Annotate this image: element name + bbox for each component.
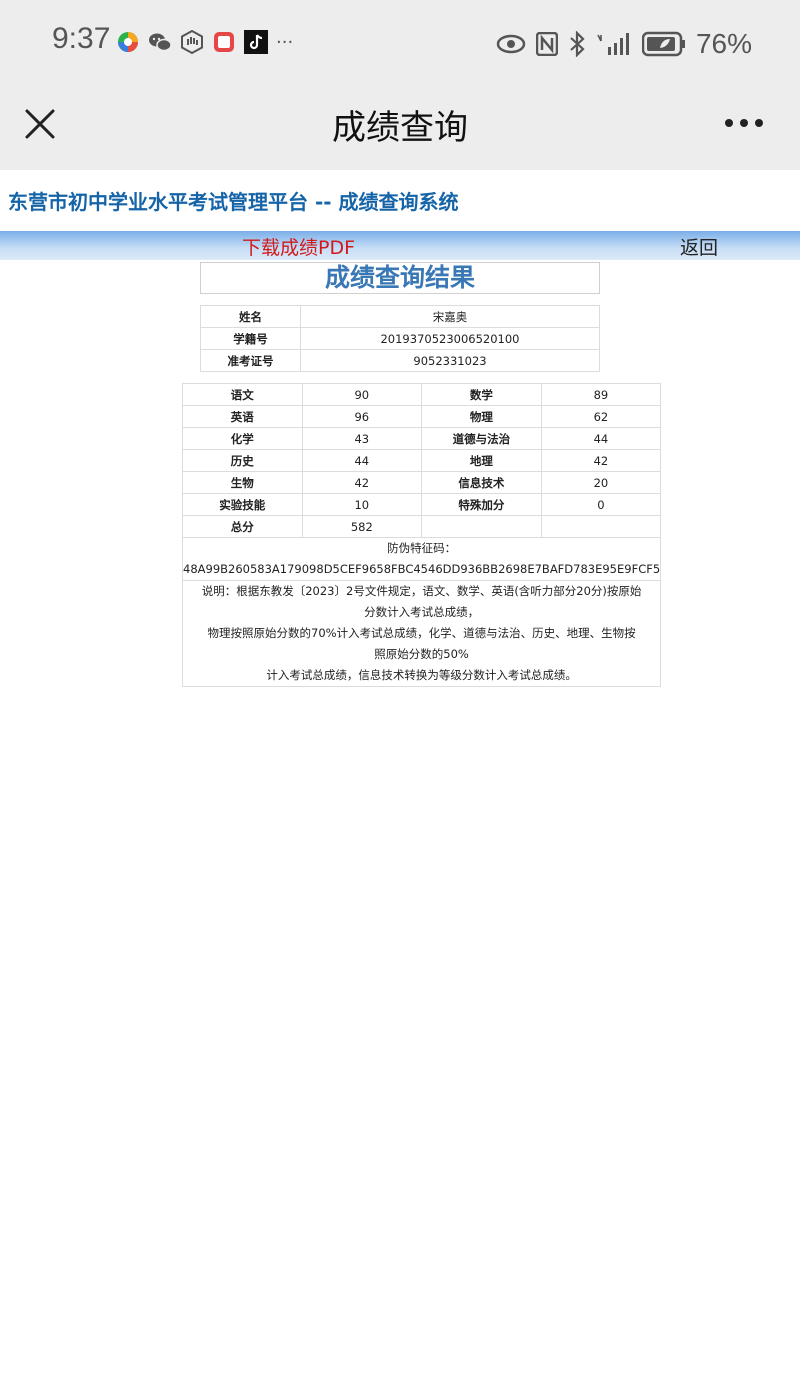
- subject-label: 历史: [182, 449, 303, 472]
- subject-score: 89: [540, 383, 662, 406]
- anti-fake-code: 48A99B260583A179098D5CEF9658FBC4546DD936…: [183, 562, 661, 576]
- empty-cell: [421, 515, 542, 538]
- status-time: 9:37: [52, 22, 111, 55]
- table-row: 说明：根据东教发〔2023〕2号文件规定，语文、数学、英语(含听力部分20分)按…: [181, 580, 662, 687]
- anti-fake-cell: 防伪特征码： 48A99B260583A179098D5CEF9658FBC45…: [181, 537, 662, 581]
- subject-score: 43: [301, 427, 423, 450]
- subject-label: 数学: [421, 383, 542, 406]
- nav-bar: 成绩查询: [0, 88, 800, 170]
- note-line: 分数计入考试总成绩，: [364, 605, 480, 619]
- platform-title: 东营市初中学业水平考试管理平台 -- 成绩查询系统: [8, 190, 459, 214]
- page-title: 成绩查询: [332, 108, 468, 148]
- anti-fake-label: 防伪特征码：: [387, 541, 457, 555]
- subject-score: 42: [540, 449, 662, 472]
- status-bar: 9:37 ··· 76%: [0, 0, 800, 88]
- subject-score: 62: [540, 405, 662, 428]
- table-row: 姓名 宋嘉奥: [200, 305, 600, 328]
- table-row: 学籍号 2019370523006520100: [200, 327, 600, 350]
- eye-icon: [496, 34, 526, 54]
- subject-label: 信息技术: [421, 471, 542, 494]
- subject-score: 42: [301, 471, 423, 494]
- info-label: 姓名: [200, 305, 301, 328]
- subject-score: 44: [540, 427, 662, 450]
- empty-cell: [540, 515, 662, 538]
- note-line: 说明：根据东教发〔2023〕2号文件规定，语文、数学、英语(含听力部分20分)按…: [201, 584, 642, 598]
- subject-label: 道德与法治: [421, 427, 542, 450]
- download-pdf-link[interactable]: 下载成绩PDF: [242, 233, 355, 260]
- table-row: 防伪特征码： 48A99B260583A179098D5CEF9658FBC45…: [181, 537, 662, 581]
- table-row: 语文 90 数学 89: [182, 383, 662, 406]
- info-value: 宋嘉奥: [300, 305, 600, 328]
- info-value: 2019370523006520100: [300, 327, 600, 350]
- subject-label: 英语: [182, 405, 303, 428]
- table-row: 历史 44 地理 42: [182, 449, 662, 472]
- subject-score: 10: [301, 493, 423, 516]
- table-row: 生物 42 信息技术 20: [182, 471, 662, 494]
- wechat-icon: [149, 33, 172, 52]
- subject-label: 物理: [421, 405, 542, 428]
- notification-icons: ···: [116, 30, 293, 54]
- subject-label: 实验技能: [182, 493, 303, 516]
- subject-label: 地理: [421, 449, 542, 472]
- system-icons: 76%: [496, 28, 752, 60]
- back-link[interactable]: 返回: [680, 233, 718, 260]
- info-label: 学籍号: [200, 327, 301, 350]
- subject-label: 生物: [182, 471, 303, 494]
- result-title-box: 成绩查询结果: [200, 262, 600, 294]
- battery-percent: 76%: [695, 28, 752, 59]
- table-row: 实验技能 10 特殊加分 0: [182, 493, 662, 516]
- info-value: 9052331023: [300, 349, 600, 372]
- subject-score: 0: [540, 493, 662, 516]
- subject-score: 90: [301, 383, 423, 406]
- table-row: 准考证号 9052331023: [200, 349, 600, 372]
- subject-label: 语文: [182, 383, 303, 406]
- subject-label: 化学: [182, 427, 303, 450]
- red-app-icon: [214, 32, 234, 52]
- more-options-icon[interactable]: [724, 108, 764, 138]
- app-colorful-icon: [118, 32, 138, 52]
- battery-icon: [641, 31, 685, 57]
- note-line: 物理按照原始分数的70%计入考试总成绩，化学、道德与法治、历史、地理、生物按: [207, 626, 636, 640]
- note-line: 照原始分数的50%: [374, 647, 469, 661]
- table-row: 总分 582: [182, 515, 662, 538]
- result-title: 成绩查询结果: [324, 263, 475, 292]
- signal-4g-icon: [597, 33, 629, 55]
- table-row: 英语 96 物理 62: [182, 405, 662, 428]
- tiktok-icon: [244, 30, 268, 54]
- nfc-icon: [535, 32, 558, 56]
- subject-score: 20: [540, 471, 662, 494]
- subject-score: 44: [301, 449, 423, 472]
- total-label: 总分: [182, 515, 303, 538]
- student-info-table: 姓名 宋嘉奥 学籍号 2019370523006520100 准考证号 9052…: [200, 305, 600, 372]
- table-row: 化学 43 道德与法治 44: [182, 427, 662, 450]
- total-score: 582: [301, 515, 423, 538]
- info-label: 准考证号: [200, 349, 301, 372]
- score-table: 语文 90 数学 89 英语 96 物理 62 化学 43 道德与法治 44 历…: [181, 383, 662, 687]
- hand-icon: [181, 30, 203, 54]
- subject-label: 特殊加分: [421, 493, 542, 516]
- more-notifications-icon: ···: [276, 31, 294, 53]
- subject-score: 96: [301, 405, 423, 428]
- note-cell: 说明：根据东教发〔2023〕2号文件规定，语文、数学、英语(含听力部分20分)按…: [181, 580, 662, 687]
- note-line: 计入考试总成绩，信息技术转换为等级分数计入考试总成绩。: [266, 668, 577, 682]
- bluetooth-icon: [570, 31, 585, 57]
